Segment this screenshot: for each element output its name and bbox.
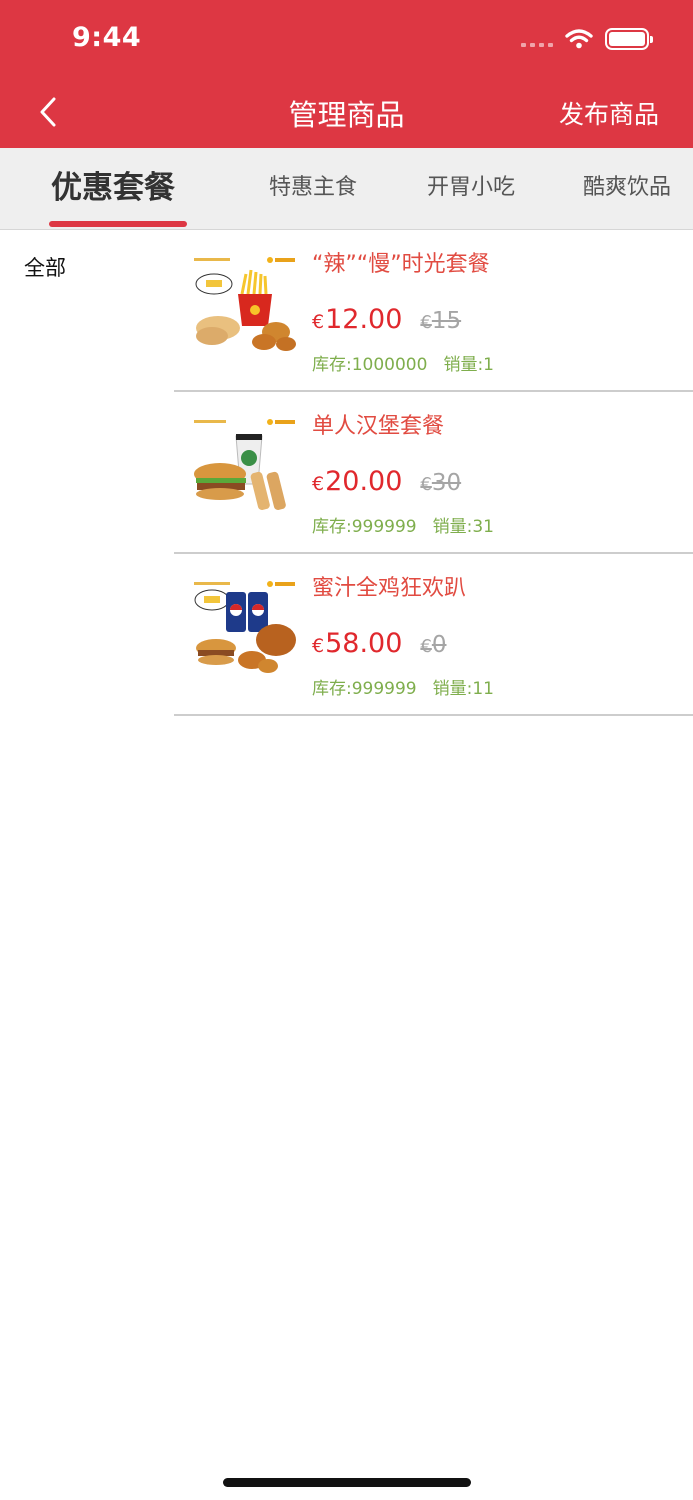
- product-price: €12.00: [312, 304, 403, 335]
- original-price: €15: [420, 308, 462, 334]
- product-image: [190, 574, 300, 684]
- product-image: [190, 412, 300, 522]
- category-tabs: 优惠套餐 特惠主食 开胃小吃 酷爽饮品: [0, 148, 693, 230]
- tab-deals[interactable]: 优惠套餐: [51, 148, 175, 228]
- status-time: 9:44: [72, 22, 142, 53]
- product-meta: 库存:999999 销量:31: [312, 512, 494, 537]
- price-row: €12.00 €15: [312, 304, 461, 335]
- product-name: “辣”“慢”时光套餐: [312, 252, 490, 277]
- product-meta: 库存:999999 销量:11: [312, 674, 494, 699]
- price-row: €20.00 €30: [312, 466, 461, 497]
- wifi-icon: [565, 29, 593, 49]
- sales-label: 销量:31: [432, 517, 494, 537]
- original-price: €30: [420, 470, 462, 496]
- sidebar: 全部: [0, 230, 174, 1440]
- stock-label: 库存:999999: [312, 679, 417, 699]
- sales-label: 销量:1: [443, 355, 494, 375]
- battery-icon: [605, 28, 653, 50]
- product-name: 单人汉堡套餐: [312, 414, 445, 439]
- tab-staples[interactable]: 特惠主食: [269, 148, 357, 228]
- sales-label: 销量:11: [432, 679, 494, 699]
- product-image: [190, 250, 300, 360]
- sidebar-item-all[interactable]: 全部: [24, 252, 66, 282]
- status-icons: [521, 28, 653, 50]
- product-price: €58.00: [312, 628, 403, 659]
- active-tab-indicator: [49, 221, 187, 227]
- original-price: €0: [420, 632, 447, 658]
- product-meta: 库存:1000000 销量:1: [312, 350, 494, 375]
- stock-label: 库存:999999: [312, 517, 417, 537]
- tab-drinks[interactable]: 酷爽饮品: [583, 148, 671, 228]
- stock-label: 库存:1000000: [312, 355, 428, 375]
- product-price: €20.00: [312, 466, 403, 497]
- product-item[interactable]: 单人汉堡套餐 €20.00 €30 库存:999999 销量:31: [174, 392, 693, 554]
- publish-product-button[interactable]: 发布商品: [559, 95, 659, 131]
- product-item[interactable]: “辣”“慢”时光套餐 €12.00 €15 库存:1000000 销量:1: [174, 230, 693, 392]
- tab-snacks[interactable]: 开胃小吃: [427, 148, 515, 228]
- home-indicator: [223, 1478, 471, 1487]
- product-name: 蜜汁全鸡狂欢趴: [312, 576, 467, 601]
- product-list: “辣”“慢”时光套餐 €12.00 €15 库存:1000000 销量:1 单人汉…: [174, 230, 693, 716]
- app-header: 9:44 管理商品 发布商品: [0, 0, 693, 148]
- price-row: €58.00 €0: [312, 628, 446, 659]
- product-item[interactable]: 蜜汁全鸡狂欢趴 €58.00 €0 库存:999999 销量:11: [174, 554, 693, 716]
- signal-icon: [521, 31, 553, 47]
